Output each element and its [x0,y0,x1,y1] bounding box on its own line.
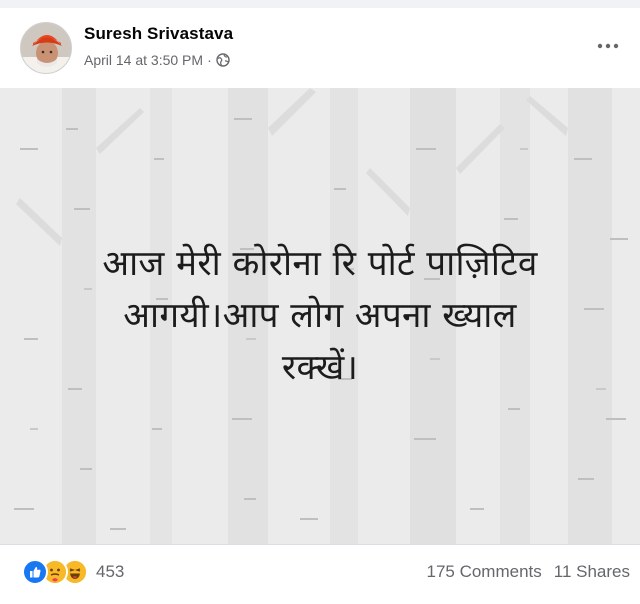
author-avatar[interactable] [20,22,72,74]
post-header: Suresh Srivastava April 14 at 3:50 PM · [0,8,640,88]
author-name[interactable]: Suresh Srivastava [84,24,233,44]
post-stats: 175 Comments 11 Shares [426,562,630,582]
facebook-post: Suresh Srivastava April 14 at 3:50 PM · [0,0,640,604]
post-text: आज मेरी कोरोना रि पोर्ट पाज़िटिव आगयी।आप… [20,238,620,394]
meta-separator: · [207,52,212,68]
reaction-count[interactable]: 453 [96,562,124,582]
post-timestamp[interactable]: April 14 at 3:50 PM [84,52,203,68]
post-background-card[interactable]: आज मेरी कोरोना रि पोर्ट पाज़िटिव आगयी।आप… [0,88,640,544]
globe-icon[interactable] [216,53,230,67]
shares-count-link[interactable]: 11 Shares [554,562,630,582]
feed-gap [0,0,640,8]
comments-count-link[interactable]: 175 Comments [426,562,541,582]
post-meta: April 14 at 3:50 PM · [84,52,230,68]
post-footer: 453 175 Comments 11 Shares [0,545,640,604]
reactions-summary[interactable]: 453 [22,559,124,585]
more-options-icon[interactable] [592,34,624,58]
post-text-line: रक्खें। [281,348,359,388]
post-text-line: आगयी।आप लोग अपना ख्याल [123,296,517,336]
like-reaction-icon [22,559,48,585]
post-text-line: आज मेरी कोरोना रि पोर्ट पाज़िटिव [102,244,538,284]
